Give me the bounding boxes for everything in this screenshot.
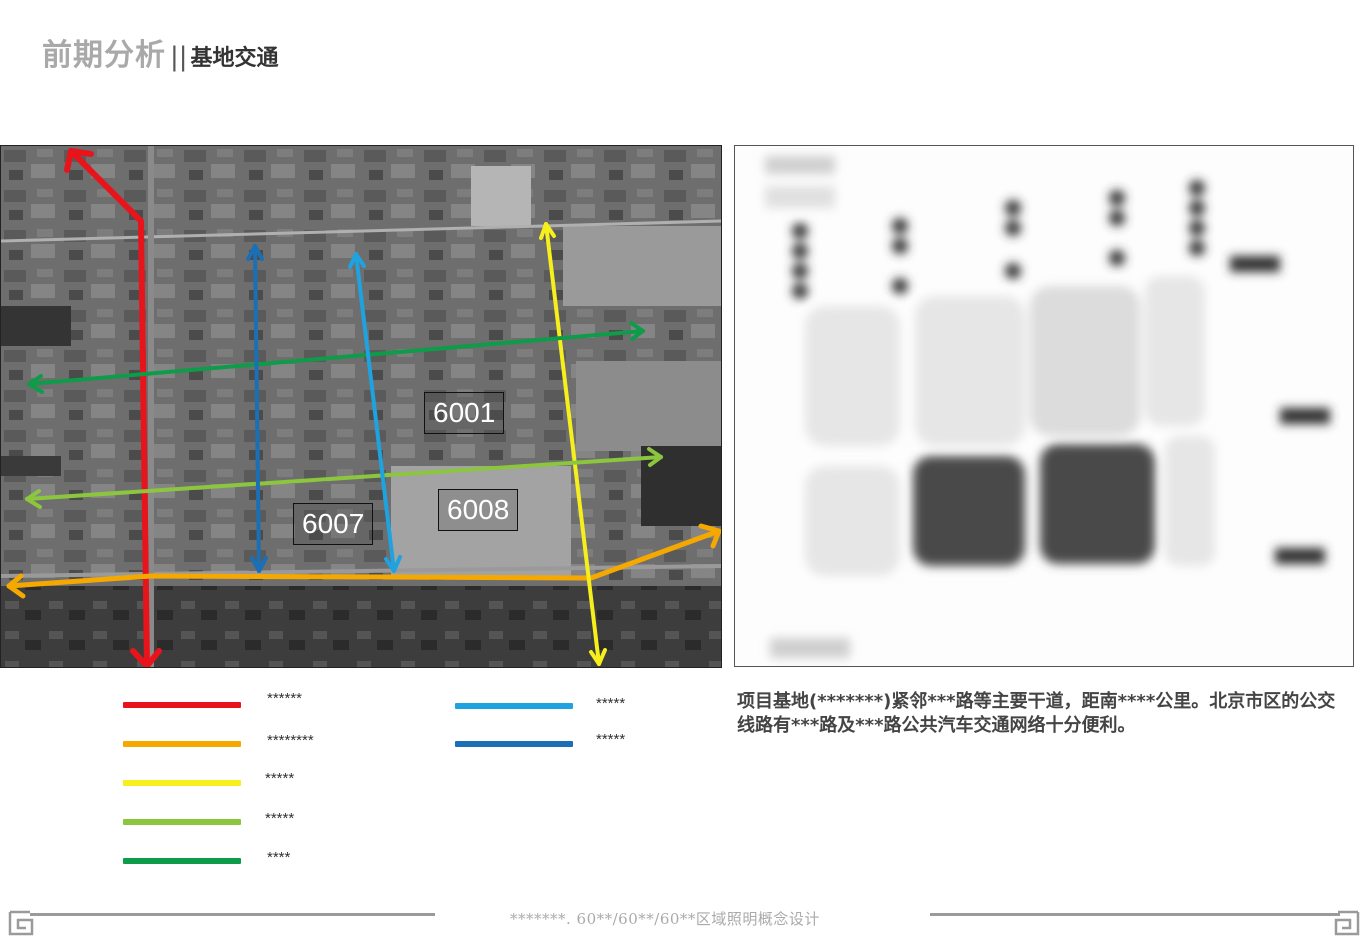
title-sub: 基地交通 <box>190 46 279 71</box>
description-text: 项目基地(*******)紧邻***路等主要干道，距南****公里。北京市区的公… <box>737 691 1336 736</box>
footer-right-ornament-icon <box>1334 910 1360 936</box>
legend-line-red <box>123 702 241 708</box>
legend-line-dark-green <box>123 858 241 864</box>
legend-label: ***** <box>596 695 626 712</box>
site-plan-graphic <box>765 156 1330 658</box>
title-separator: || <box>170 42 188 72</box>
legend-line-light-green <box>123 819 241 825</box>
legend-line-dark-blue <box>455 741 573 747</box>
legend-line-light-blue <box>455 703 573 709</box>
legend-label: ***** <box>265 810 295 827</box>
site-label-6008: 6008 <box>438 489 519 531</box>
site-label-6001: 6001 <box>424 392 505 434</box>
legend-label: ****** <box>267 690 303 707</box>
footer-line-right <box>930 913 1340 916</box>
aerial-map-graphic <box>1 146 721 667</box>
page-title: 前期分析 || 基地交通 <box>42 30 279 74</box>
legend-label: ***** <box>265 770 295 787</box>
aerial-map: 6001 6007 6008 <box>0 145 722 668</box>
legend-label: ******** <box>267 732 314 749</box>
footer-line-left <box>30 913 435 916</box>
site-label-6007: 6007 <box>293 503 374 545</box>
title-main: 前期分析 <box>42 38 166 73</box>
footer-text: *******. 60**/60**/60**区域照明概念设计 <box>510 910 820 928</box>
site-plan <box>734 145 1354 667</box>
legend-label: ***** <box>596 731 626 748</box>
legend-line-yellow <box>123 780 241 786</box>
legend-label: **** <box>267 849 291 866</box>
legend-line-orange <box>123 741 241 747</box>
